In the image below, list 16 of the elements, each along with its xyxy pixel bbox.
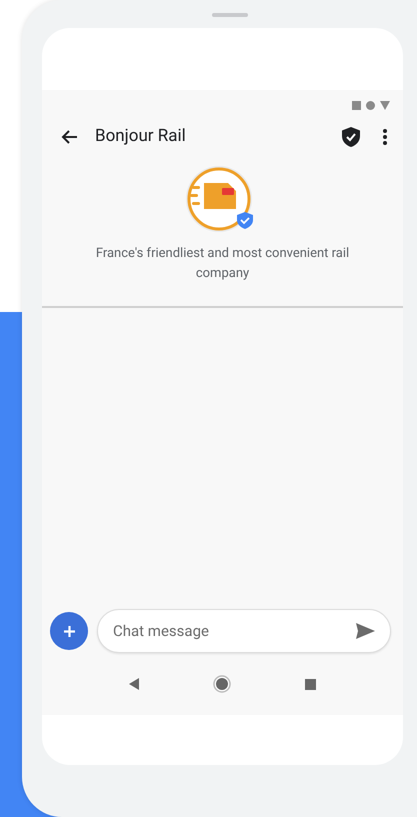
business-description: France's friendliest and most convenient rail company — [94, 245, 350, 283]
chat-message-field[interactable]: Chat message — [97, 609, 391, 653]
back-nav-icon[interactable] — [129, 678, 139, 690]
shield-check-icon[interactable] — [342, 127, 360, 147]
square-status-icon — [352, 100, 361, 110]
circle-status-icon — [366, 100, 375, 110]
plus-icon — [64, 626, 74, 636]
recents-nav-icon[interactable] — [305, 678, 316, 690]
add-button[interactable] — [50, 612, 88, 650]
app-bar-title: Bonjour Rail — [95, 125, 187, 148]
triangle-status-icon — [380, 100, 390, 110]
more-options-icon[interactable] — [383, 129, 387, 145]
send-icon[interactable] — [356, 623, 375, 639]
back-arrow-icon[interactable] — [60, 129, 78, 145]
speaker-slot — [212, 13, 248, 17]
home-nav-icon[interactable] — [213, 675, 231, 693]
